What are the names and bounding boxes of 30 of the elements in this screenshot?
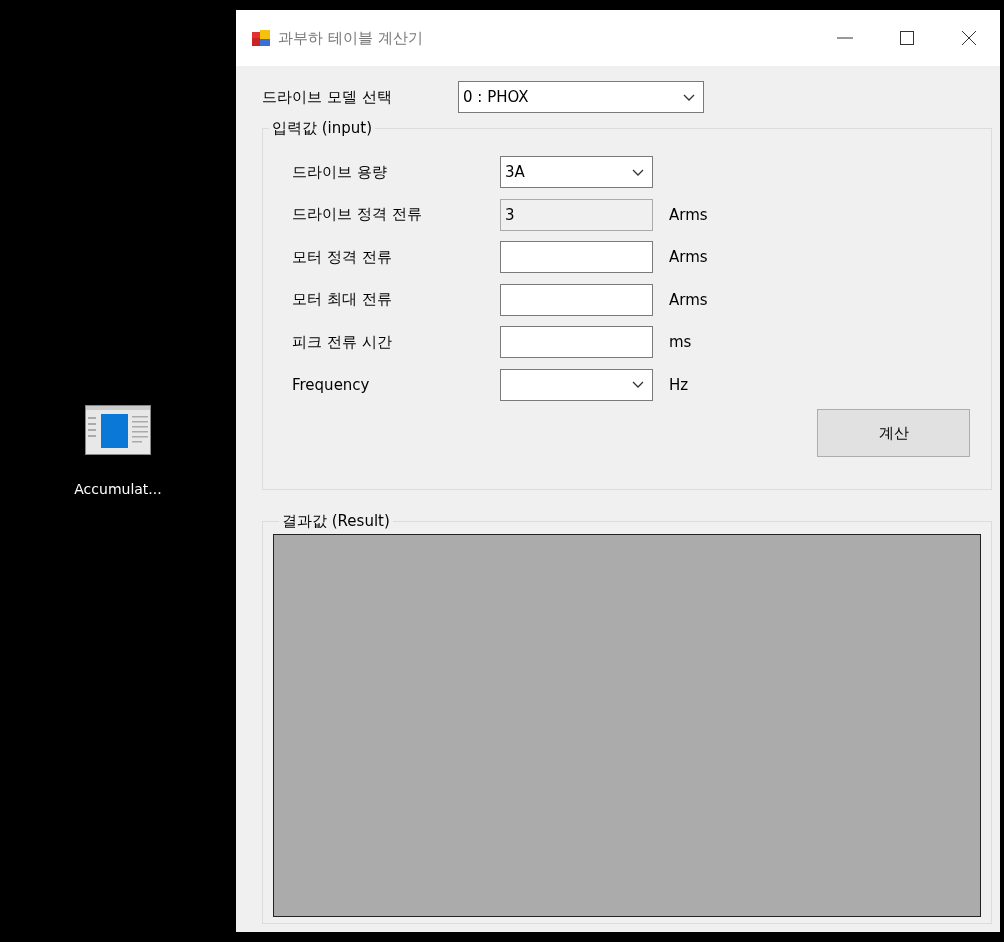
field-label: 피크 전류 시간	[292, 332, 393, 352]
close-icon[interactable]	[961, 30, 977, 46]
chevron-down-icon	[632, 381, 644, 388]
field-label: 모터 정격 전류	[292, 247, 393, 267]
model-combo-box[interactable]: 0 : PHOX	[458, 81, 704, 113]
field-label: Frequency	[292, 375, 371, 394]
application-icon[interactable]	[85, 405, 151, 455]
app-icon	[252, 30, 270, 46]
window-title: 과부하 테이블 계산기	[278, 28, 424, 48]
group-label: 입력값 (input)	[271, 119, 374, 138]
unit-label: Arms	[669, 205, 708, 224]
unit-label: Arms	[669, 248, 708, 266]
combo-box[interactable]: 3A	[500, 156, 653, 188]
field-label: 모터 최대 전류	[292, 290, 393, 309]
input-field[interactable]	[500, 283, 653, 316]
group-label: 결과값 (Result)	[281, 512, 391, 531]
unit-label: ms	[669, 333, 692, 351]
input-field[interactable]	[500, 326, 653, 358]
combo-box[interactable]	[500, 368, 653, 401]
chevron-down-icon	[632, 168, 644, 176]
calculate-button[interactable]: 계산	[817, 409, 970, 457]
field-label: 드라이브 모델 선택	[262, 87, 393, 107]
input-field[interactable]	[500, 241, 653, 273]
unit-label: Hz	[669, 375, 689, 394]
unit-label: Arms	[669, 290, 708, 309]
chevron-down-icon	[683, 93, 695, 101]
field-label: 드라이브 용량	[292, 162, 388, 182]
field-label: 드라이브 정격 전류	[292, 205, 423, 224]
icon-label: Accumulat...	[74, 481, 162, 497]
maximize-icon[interactable]	[899, 30, 915, 46]
